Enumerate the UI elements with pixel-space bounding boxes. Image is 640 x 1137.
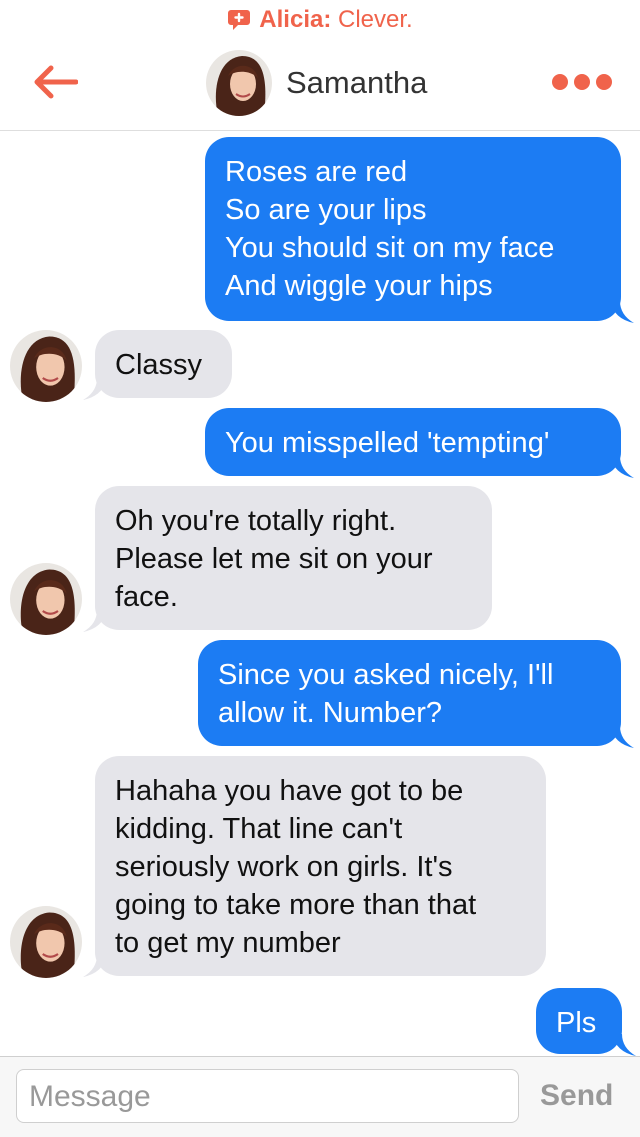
contact-name[interactable]: Samantha <box>286 65 427 101</box>
bubble-tail <box>610 456 634 478</box>
contact-avatar <box>10 563 82 635</box>
bubble-tail <box>610 301 634 323</box>
arrow-left-icon[interactable] <box>32 64 78 100</box>
send-button[interactable]: Send <box>540 1079 613 1113</box>
bubble-tail <box>610 726 634 748</box>
bubble-tail <box>83 610 107 632</box>
outgoing-message: Since you asked nicely, I'll allow it. N… <box>198 640 621 746</box>
outgoing-message: Pls <box>536 988 622 1054</box>
ellipsis-icon[interactable] <box>552 74 612 90</box>
outgoing-message: Roses are red So are your lips You shoul… <box>205 137 621 321</box>
notification-sender: Alicia <box>259 6 324 33</box>
outgoing-message: You misspelled 'tempting' <box>205 408 621 476</box>
notification-message: Clever. <box>338 6 413 33</box>
notification-banner[interactable]: Alicia: Clever. <box>0 0 640 40</box>
message-input[interactable]: Message <box>16 1069 519 1123</box>
message-bubble-icon <box>228 10 251 30</box>
notification-separator: : <box>323 6 332 33</box>
contact-avatar <box>10 330 82 402</box>
incoming-message: Classy <box>95 330 232 398</box>
incoming-message: Hahaha you have got to be kidding. That … <box>95 756 546 976</box>
contact-avatar[interactable] <box>206 50 272 116</box>
chat-header: Samantha <box>0 40 640 131</box>
bubble-tail <box>83 955 107 977</box>
bubble-tail <box>83 378 107 400</box>
contact-avatar <box>10 906 82 978</box>
message-composer: Message Send <box>0 1056 640 1137</box>
bubble-tail <box>612 1034 636 1056</box>
incoming-message: Oh you're totally right. Please let me s… <box>95 486 492 630</box>
